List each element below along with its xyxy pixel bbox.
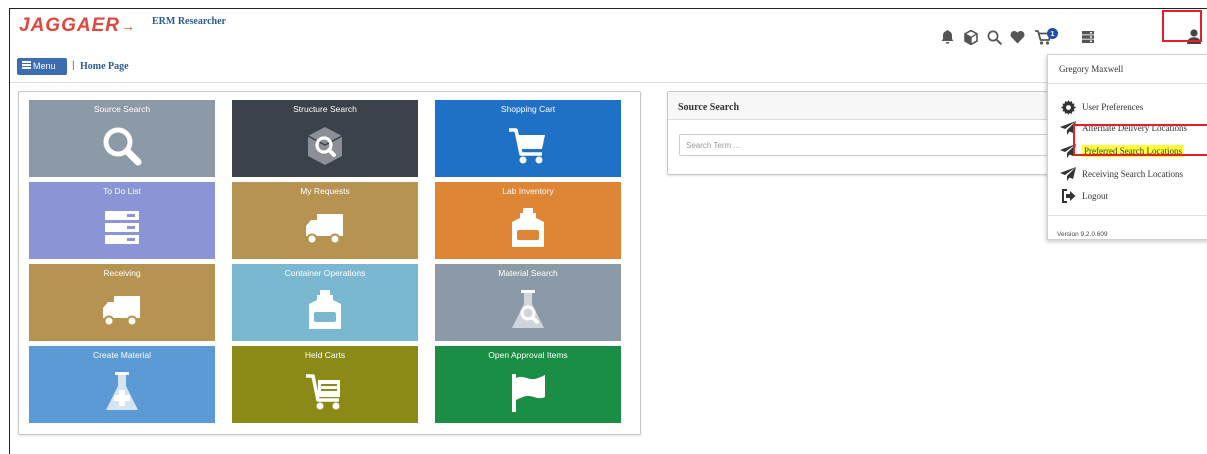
tile-label: To Do List <box>103 186 141 196</box>
truck-icon <box>103 296 140 327</box>
tile-label: Held Carts <box>304 350 346 360</box>
divider <box>1048 215 1207 216</box>
user-name: Gregory Maxwell <box>1059 64 1124 74</box>
cart-icon[interactable]: 1 <box>1034 26 1060 48</box>
tile-label: Lab Inventory <box>502 186 554 196</box>
breadcrumb-separator: | <box>72 60 75 71</box>
weight-icon <box>512 208 544 247</box>
logout-icon <box>1059 188 1077 204</box>
app-name: ERM Researcher <box>152 16 226 27</box>
tile-receiving[interactable]: Receiving <box>29 264 215 341</box>
cube-icon[interactable] <box>960 26 982 48</box>
paper-plane-icon <box>1059 166 1077 182</box>
search-term-input[interactable] <box>679 134 1059 156</box>
weight-icon <box>309 290 341 329</box>
divider <box>1048 83 1207 84</box>
menu-item-label: Logout <box>1082 191 1108 201</box>
search-icon <box>103 127 142 166</box>
gear-icon <box>1059 99 1077 115</box>
top-bar: JAGGAER→ ERM Researcher Menu | Home Page… <box>10 9 1207 89</box>
tile-structure-search[interactable]: Structure Search <box>232 100 418 177</box>
menu-item-logout[interactable]: Logout <box>1059 186 1207 206</box>
tile-container-operations[interactable]: Container Operations <box>232 264 418 341</box>
hamburger-icon <box>22 60 31 71</box>
truck-icon <box>306 214 343 245</box>
held-cart-icon <box>306 374 340 410</box>
tile-create-material[interactable]: Create Material <box>29 346 215 423</box>
menu-label: Menu <box>33 61 56 71</box>
tile-label: Create Material <box>92 350 152 360</box>
tile-label: Open Approval Items <box>488 350 568 360</box>
heart-icon[interactable] <box>1006 26 1028 48</box>
user-icon-highlight-box <box>1162 10 1202 42</box>
flag-icon <box>512 374 545 412</box>
header-divider <box>10 82 1050 83</box>
tile-held-carts[interactable]: Held Carts <box>232 346 418 423</box>
tile-label: Structure Search <box>293 104 357 114</box>
flask-search-icon <box>512 290 544 328</box>
tile-label: Shopping Cart <box>500 104 556 114</box>
panel-header: Source Search <box>668 92 1066 120</box>
menu-button[interactable]: Menu <box>17 58 67 75</box>
source-search-panel: Source Search <box>667 91 1067 175</box>
tile-label: Receiving <box>103 268 141 278</box>
tile-label: My Requests <box>300 186 350 196</box>
bell-icon[interactable] <box>936 26 958 48</box>
tile-to-do-list[interactable]: To Do List <box>29 182 215 259</box>
cube-search-icon <box>307 127 343 165</box>
search-icon[interactable] <box>983 26 1005 48</box>
menu-item-receiving-search-locations[interactable]: Receiving Search Locations <box>1059 164 1207 184</box>
cart-badge: 1 <box>1050 29 1054 38</box>
tile-label: Container Operations <box>284 268 366 278</box>
jaggaer-logo[interactable]: JAGGAER→ <box>19 15 136 37</box>
breadcrumb[interactable]: Home Page <box>80 61 129 72</box>
tile-open-approval-items[interactable]: Open Approval Items <box>435 346 621 423</box>
version-text: Version 9.2.0.609 <box>1057 231 1108 238</box>
app-window: JAGGAER→ ERM Researcher Menu | Home Page… <box>9 8 1207 454</box>
logo-text: JAGGAER <box>19 15 120 36</box>
menu-item-label: Receiving Search Locations <box>1082 169 1183 179</box>
preferred-search-highlight-box <box>1073 124 1207 156</box>
list-icon <box>105 211 139 244</box>
tile-material-search[interactable]: Material Search <box>435 264 621 341</box>
tile-shopping-cart[interactable]: Shopping Cart <box>435 100 621 177</box>
menu-item-label: User Preferences <box>1082 102 1144 112</box>
tiles-panel: Source Search Structure Search Shopping … <box>18 91 641 435</box>
cart-icon <box>509 128 545 164</box>
tile-source-search[interactable]: Source Search <box>29 100 215 177</box>
flask-plus-icon <box>106 372 138 410</box>
tile-label: Material Search <box>498 268 558 278</box>
tile-my-requests[interactable]: My Requests <box>232 182 418 259</box>
tile-label: Source Search <box>93 104 151 114</box>
menu-item-user-preferences[interactable]: User Preferences <box>1059 97 1207 117</box>
server-icon[interactable] <box>1077 26 1099 48</box>
tile-lab-inventory[interactable]: Lab Inventory <box>435 182 621 259</box>
panel-title: Source Search <box>678 102 740 113</box>
